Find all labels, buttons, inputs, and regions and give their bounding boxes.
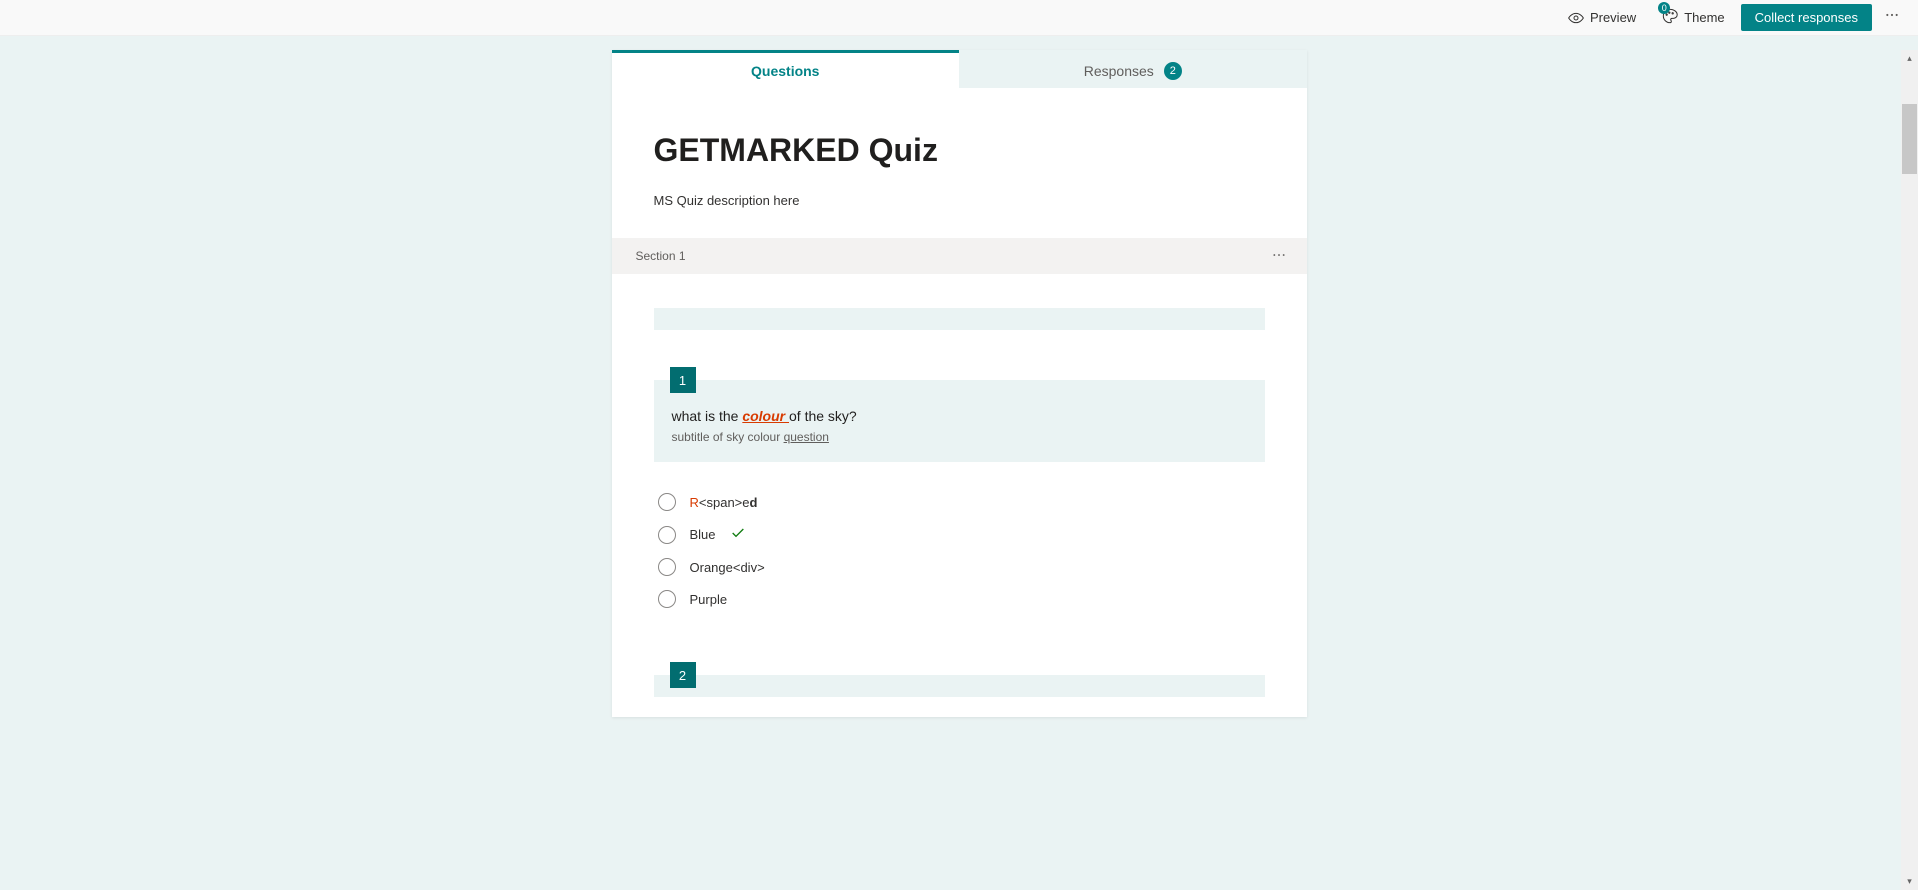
option-row[interactable]: Orange<div> bbox=[658, 551, 1265, 583]
scroll-up-arrow-icon[interactable]: ▴ bbox=[1901, 50, 1918, 67]
correct-check-icon bbox=[730, 525, 746, 544]
quiz-title[interactable]: GETMARKED Quiz bbox=[654, 132, 1265, 169]
quiz-description[interactable]: MS Quiz description here bbox=[654, 193, 1265, 208]
question-number-badge: 2 bbox=[670, 662, 696, 688]
content-area: Questions Responses 2 GETMARKED Quiz MS … bbox=[0, 50, 1918, 890]
eye-icon bbox=[1568, 10, 1584, 26]
responses-count-badge: 2 bbox=[1164, 62, 1182, 80]
question-card-1[interactable]: 1 what is the colour of the sky? subtitl… bbox=[654, 380, 1265, 462]
qsubtitle-underlined: question bbox=[784, 430, 829, 444]
more-button[interactable] bbox=[1878, 3, 1906, 32]
more-horizontal-icon bbox=[1884, 7, 1900, 23]
qsubtitle-prefix: subtitle of sky colour bbox=[672, 430, 784, 444]
question-subtitle: subtitle of sky colour question bbox=[654, 424, 1265, 444]
question-text: what is the colour of the sky? bbox=[654, 380, 1265, 424]
radio-icon bbox=[658, 558, 676, 576]
tab-responses-label: Responses bbox=[1084, 63, 1154, 79]
tab-responses[interactable]: Responses 2 bbox=[959, 50, 1307, 88]
question-number-badge: 1 bbox=[670, 367, 696, 393]
section-body: 1 what is the colour of the sky? subtitl… bbox=[612, 274, 1307, 717]
collect-responses-button[interactable]: Collect responses bbox=[1741, 4, 1872, 31]
qtext-highlighted: colour bbox=[742, 408, 789, 424]
options-list: R<span>ed Blue Orange<div> Purple bbox=[654, 466, 1265, 615]
qtext-suffix: of the sky? bbox=[789, 408, 857, 424]
section-bar: Section 1 bbox=[612, 238, 1307, 274]
option-row[interactable]: Purple bbox=[658, 583, 1265, 615]
preview-button[interactable]: Preview bbox=[1558, 6, 1646, 30]
option-label: Purple bbox=[690, 592, 728, 607]
question-card-2[interactable]: 2 bbox=[654, 675, 1265, 697]
section-label: Section 1 bbox=[636, 249, 686, 263]
tab-questions-label: Questions bbox=[751, 63, 819, 79]
more-horizontal-icon bbox=[1271, 247, 1287, 263]
form-card: Questions Responses 2 GETMARKED Quiz MS … bbox=[612, 50, 1307, 717]
qtext-prefix: what is the bbox=[672, 408, 743, 424]
theme-label: Theme bbox=[1684, 10, 1724, 25]
scroll-thumb[interactable] bbox=[1902, 104, 1917, 174]
collect-label: Collect responses bbox=[1755, 10, 1858, 25]
radio-icon bbox=[658, 526, 676, 544]
theme-icon-wrap: 0 bbox=[1662, 8, 1678, 27]
tabs: Questions Responses 2 bbox=[612, 50, 1307, 88]
option-row[interactable]: R<span>ed bbox=[658, 486, 1265, 518]
form-header: GETMARKED Quiz MS Quiz description here bbox=[612, 88, 1307, 238]
section-description-placeholder[interactable] bbox=[654, 308, 1265, 330]
section-more-button[interactable] bbox=[1271, 247, 1287, 266]
option-label: Orange<div> bbox=[690, 560, 765, 575]
preview-label: Preview bbox=[1590, 10, 1636, 25]
option-label: R<span>ed bbox=[690, 495, 758, 510]
option-label: Blue bbox=[690, 527, 716, 542]
option-row[interactable]: Blue bbox=[658, 518, 1265, 551]
vertical-scrollbar[interactable]: ▴ ▾ bbox=[1901, 50, 1918, 890]
radio-icon bbox=[658, 590, 676, 608]
tab-questions[interactable]: Questions bbox=[612, 50, 960, 88]
radio-icon bbox=[658, 493, 676, 511]
topbar: Preview 0 Theme Collect responses bbox=[0, 0, 1918, 36]
theme-button[interactable]: 0 Theme bbox=[1652, 4, 1734, 31]
